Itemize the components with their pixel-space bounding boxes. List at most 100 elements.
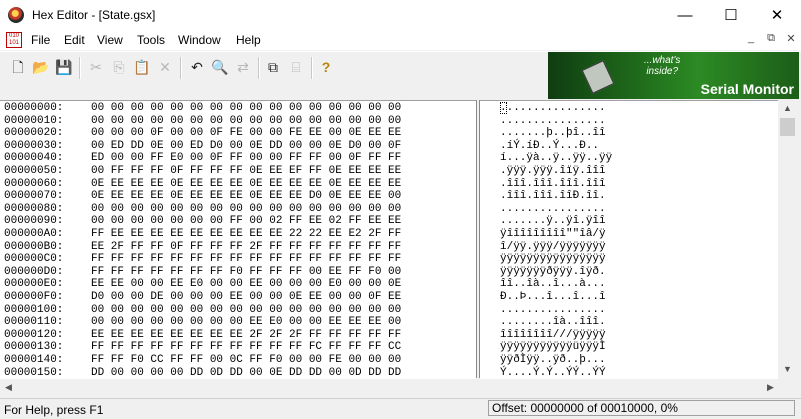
row-ascii[interactable]: îî..îà..î...à... xyxy=(500,278,606,291)
window-title: Hex Editor - [State.gsx] xyxy=(32,8,156,22)
toolbar-separator xyxy=(79,57,81,79)
hex-row: 000000A0: FF EE EE EE EE EE EE EE EE EE 2… xyxy=(0,228,476,241)
close-button[interactable]: ✕ xyxy=(754,0,800,31)
row-bytes[interactable]: 00 00 00 0F 00 00 0F FE 00 00 FE EE 00 0… xyxy=(91,127,401,140)
hex-row: 00000030: 00 ED DD 0E 00 ED D0 00 0E DD 0… xyxy=(0,140,476,153)
row-bytes[interactable]: EE EE 00 00 EE E0 00 00 EE 00 00 00 E0 0… xyxy=(91,278,401,291)
row-bytes[interactable]: 00 FF FF FF 0F FF FF FF 0E EE EF FF 0E E… xyxy=(91,165,401,178)
menu-window[interactable]: Window xyxy=(178,33,221,47)
ascii-row: îîîîîîîî///ÿÿÿÿÿ xyxy=(480,329,778,342)
vertical-scrollbar[interactable]: ▲ ▼ xyxy=(779,100,796,378)
row-bytes[interactable]: 0E EE EE EE 0E EE EE EE 0E EE EE EE 0E E… xyxy=(91,178,401,191)
document-icon[interactable]: 010 101 xyxy=(6,32,22,48)
undo-icon[interactable]: ↶ xyxy=(187,57,207,77)
maximize-button[interactable]: ☐ xyxy=(708,0,754,31)
row-bytes[interactable]: D0 00 00 DE 00 00 00 EE 00 00 0E EE 00 0… xyxy=(91,291,401,304)
row-offset: 00000110: xyxy=(4,316,64,329)
mdi-minimize-button[interactable]: _ xyxy=(742,32,760,48)
row-ascii[interactable]: ÿÿÿÿÿÿÿÿÿÿÿüÿÿÿÌ xyxy=(500,341,606,354)
menu-file[interactable]: File xyxy=(31,33,50,47)
menu-view[interactable]: View xyxy=(97,33,123,47)
row-bytes[interactable]: DD 00 00 00 00 DD 0D DD 00 0E DD DD 00 0… xyxy=(91,367,401,379)
horizontal-scrollbar[interactable]: ◀ ▶ xyxy=(0,379,779,396)
save-icon[interactable]: 💾 xyxy=(54,57,74,77)
row-bytes[interactable]: FF FF FF FF FF FF FF F0 FF FF FF 00 EE F… xyxy=(91,266,401,279)
delete-icon[interactable]: ✕ xyxy=(155,57,175,77)
hex-row: 00000110: 00 00 00 00 00 00 00 00 EE E0 0… xyxy=(0,316,476,329)
mdi-close-button[interactable]: ✕ xyxy=(782,32,800,48)
row-ascii[interactable]: Ý....Ý.Ý..ÝÝ..ÝÝ xyxy=(500,367,606,379)
open-folder-icon[interactable]: 📂 xyxy=(31,57,51,77)
find-icon[interactable]: 🔍 xyxy=(210,57,230,77)
menu-tools[interactable]: Tools xyxy=(137,33,165,47)
copy-icon[interactable]: ⎘ xyxy=(109,57,129,77)
scroll-thumb[interactable] xyxy=(780,118,795,136)
row-ascii[interactable]: ................ xyxy=(500,102,606,115)
cut-icon[interactable]: ✂ xyxy=(86,57,106,77)
row-bytes[interactable]: 00 00 00 00 00 00 00 00 00 00 00 00 00 0… xyxy=(91,115,401,128)
row-bytes[interactable]: FF FF FF FF FF FF FF FF FF FF FF FF FF F… xyxy=(91,253,401,266)
row-bytes[interactable]: FF EE EE EE EE EE EE EE EE EE 22 22 EE E… xyxy=(91,228,401,241)
row-ascii[interactable]: .ÿÿÿ.ÿÿÿ.îïÿ.îîî xyxy=(500,165,606,178)
ascii-row: ................ xyxy=(480,304,778,317)
hex-row: 00000100: 00 00 00 00 00 00 00 00 00 00 0… xyxy=(0,304,476,317)
row-bytes[interactable]: 00 00 00 00 00 00 00 00 00 00 00 00 00 0… xyxy=(91,102,401,115)
row-bytes[interactable]: 0E EE EE EE 0E EE EE EE 0E EE EE D0 0E E… xyxy=(91,190,401,203)
row-offset: 000000C0: xyxy=(4,253,64,266)
bookmark-icon[interactable]: ⌸ xyxy=(286,57,306,77)
row-offset: 00000100: xyxy=(4,303,64,316)
row-bytes[interactable]: 00 00 00 00 00 00 00 00 00 00 00 00 00 0… xyxy=(91,304,401,317)
help-icon[interactable]: ? xyxy=(316,57,336,77)
menu-help[interactable]: Help xyxy=(236,33,261,47)
scroll-left-icon[interactable]: ◀ xyxy=(0,379,17,396)
row-bytes[interactable]: FF FF FF FF FF FF FF FF FF FF FF FC FF F… xyxy=(91,341,401,354)
row-bytes[interactable]: 00 00 00 00 00 00 00 00 EE E0 00 00 EE E… xyxy=(91,316,401,329)
minimize-button[interactable]: — xyxy=(662,0,708,31)
row-ascii[interactable]: ÿÿÿÿÿÿÿðÿÿÿ.îÿð. xyxy=(500,266,606,279)
row-ascii[interactable]: îîîîîîîî///ÿÿÿÿÿ xyxy=(500,329,606,342)
ascii-row: ................ xyxy=(480,102,778,115)
row-bytes[interactable]: EE 2F FF FF 0F FF FF FF 2F FF FF FF FF F… xyxy=(91,241,401,254)
row-bytes[interactable]: 00 00 00 00 00 00 00 FF 00 02 FF EE 02 F… xyxy=(91,215,401,228)
menu-edit[interactable]: Edit xyxy=(64,33,85,47)
row-bytes[interactable]: FF FF F0 CC FF FF 00 0C FF F0 00 00 FE 0… xyxy=(91,354,401,367)
row-bytes[interactable]: 00 ED DD 0E 00 ED D0 00 0E DD 00 00 0E D… xyxy=(91,140,401,153)
mdi-restore-button[interactable]: ⧉ xyxy=(762,32,780,48)
new-file-icon[interactable]: 🗋 xyxy=(8,57,28,77)
row-offset: 000000B0: xyxy=(4,240,64,253)
row-ascii[interactable]: .íÝ.íÐ..Ý...Ð.. xyxy=(500,140,599,153)
row-ascii[interactable]: .îîî.îîî.îîÐ.îî. xyxy=(500,190,606,203)
row-ascii[interactable]: Ð..Þ...î...î...î xyxy=(500,291,606,304)
browse-icon[interactable]: ⧉ xyxy=(263,57,283,77)
row-ascii[interactable]: ........îà..îîî. xyxy=(500,316,606,329)
row-ascii[interactable]: ÿîîîîîîîîî""îâ/ÿ xyxy=(500,228,606,241)
scroll-down-icon[interactable]: ▼ xyxy=(779,361,796,378)
row-offset: 000000E0: xyxy=(4,278,64,291)
row-bytes[interactable]: 00 00 00 00 00 00 00 00 00 00 00 00 00 0… xyxy=(91,203,401,216)
row-offset: 00000130: xyxy=(4,341,64,354)
row-ascii[interactable]: .......ÿ..ÿî.ÿîî xyxy=(500,215,606,228)
serial-monitor-banner[interactable]: ...what's inside? Serial Monitor xyxy=(548,52,799,99)
paste-icon[interactable]: 📋 xyxy=(132,57,152,77)
row-ascii[interactable]: ................ xyxy=(500,203,606,216)
row-ascii[interactable]: í...ÿà..ÿ..ÿÿ..ÿÿ xyxy=(500,152,612,165)
row-ascii[interactable]: ÿÿðÌÿÿ..ÿð..þ... xyxy=(500,354,606,367)
ascii-row: Ý....Ý.Ý..ÝÝ..ÝÝ xyxy=(480,367,778,379)
row-ascii[interactable]: î/ÿÿ.ÿÿÿ/ÿÿÿÿÿÿÿ xyxy=(500,241,606,254)
hex-pane[interactable]: 00000000: 00 00 00 00 00 00 00 00 00 00 0… xyxy=(0,100,476,379)
row-ascii[interactable]: ................ xyxy=(500,304,606,317)
row-bytes[interactable]: EE EE EE EE EE EE EE EE 2F 2F 2F FF FF F… xyxy=(91,329,401,342)
scroll-up-icon[interactable]: ▲ xyxy=(779,100,796,117)
scroll-right-icon[interactable]: ▶ xyxy=(762,379,779,396)
row-ascii[interactable]: ÿÿÿÿÿÿÿÿÿÿÿÿÿÿÿÿ xyxy=(500,253,606,266)
toolbar-separator xyxy=(258,57,260,79)
ascii-row: ................ xyxy=(480,203,778,216)
replace-icon[interactable]: ⇄ xyxy=(233,57,253,77)
ascii-pane[interactable]: ................................ .......þ… xyxy=(480,100,778,379)
hex-row: 000000E0: EE EE 00 00 EE E0 00 00 EE 00 0… xyxy=(0,278,476,291)
row-ascii[interactable]: .îîî.îîî.îîî.îîî xyxy=(500,178,606,191)
row-offset: 00000040: xyxy=(4,152,64,165)
row-bytes[interactable]: ED 00 00 FF E0 00 0F FF 00 00 FF FF 00 0… xyxy=(91,152,401,165)
row-ascii[interactable]: .......þ..þî..îî xyxy=(500,127,606,140)
row-ascii[interactable]: ................ xyxy=(500,115,606,128)
